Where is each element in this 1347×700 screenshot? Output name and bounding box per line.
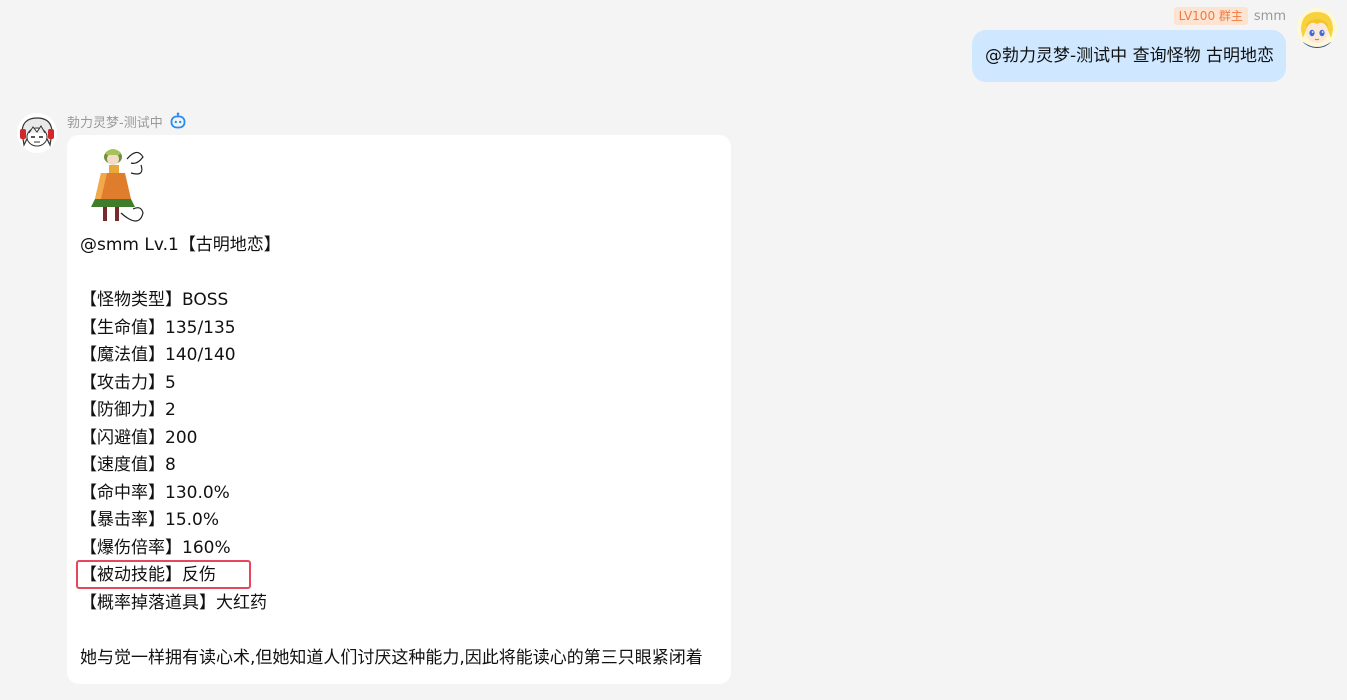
blank-line (80, 260, 281, 288)
level-badge: LV100 群主 (1173, 7, 1248, 25)
info-line-evasion: 【闪避值】200 (80, 427, 198, 448)
white-haired-character-avatar-icon[interactable] (17, 113, 57, 153)
blonde-character-avatar-icon[interactable] (1297, 8, 1337, 48)
info-line-crit-damage: 【爆伤倍率】160% (80, 537, 231, 558)
passive-skill-highlight (76, 560, 251, 589)
info-line-mp: 【魔法值】140/140 (80, 345, 236, 365)
sender-name[interactable]: smm (1254, 9, 1286, 24)
monster-description: 她与觉一样拥有读心术,但她知道人们讨厌这种能力,因此将能读心的第三只眼紧闭着 (80, 648, 703, 668)
info-line-speed: 【速度值】8 (80, 455, 176, 475)
robot-icon (169, 112, 187, 130)
incoming-message-bubble[interactable]: @smm Lv.1【古明地恋】 【怪物类型】BOSS 【生命值】135/135 … (67, 135, 731, 684)
koishi-sprite-icon (91, 143, 153, 229)
outgoing-message-bubble[interactable]: @勃力灵梦-测试中 查询怪物 古明地恋 (972, 30, 1286, 82)
info-line-hp: 【生命值】135/135 (80, 317, 236, 338)
info-line-hit-rate: 【命中率】130.0% (80, 482, 230, 503)
info-line-attack: 【攻击力】5 (80, 372, 176, 393)
info-line-drop-item: 【概率掉落道具】大红药 (80, 592, 267, 613)
outgoing-message-text: @勃力灵梦-测试中 查询怪物 古明地恋 (985, 46, 1274, 66)
incoming-header: 勃力灵梦-测试中 (67, 111, 187, 131)
bot-sender-name[interactable]: 勃力灵梦-测试中 (67, 112, 163, 131)
outgoing-header: LV100 群主 smm (1173, 6, 1286, 26)
info-line-type: 【怪物类型】BOSS (80, 290, 229, 310)
info-line-defense: 【防御力】2 (80, 400, 176, 420)
info-line-crit-rate: 【暴击率】15.0% (80, 510, 220, 530)
chat-window: LV100 群主 smm @勃力灵梦-测试中 查询怪物 古明地恋 勃力灵梦-测试… (0, 0, 1347, 700)
info-line-header: @smm Lv.1【古明地恋】 (80, 235, 281, 255)
